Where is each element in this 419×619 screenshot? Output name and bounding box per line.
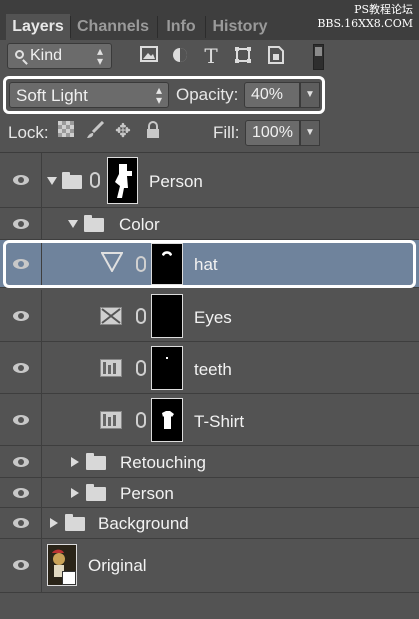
lock-transparent-pixels-icon[interactable] — [56, 121, 76, 143]
layer-name: teeth — [194, 360, 232, 379]
watermark: PS教程论坛 BBS.16XX8.COM — [317, 3, 413, 31]
smart-object-badge-icon — [62, 571, 76, 585]
eye-icon[interactable] — [13, 415, 29, 425]
eye-icon[interactable] — [13, 457, 29, 467]
layer-row[interactable]: teeth — [0, 342, 419, 394]
select-arrows-icon: ▴ ▾ — [96, 44, 103, 68]
levels-icon — [100, 411, 122, 429]
tab-divider — [70, 16, 71, 38]
eye-icon[interactable] — [13, 518, 29, 528]
eye-icon[interactable] — [13, 219, 29, 229]
blend-highlight-annotation — [3, 76, 325, 114]
filter-kind-label: Kind — [30, 47, 63, 64]
layer-mask-thumbnail[interactable] — [151, 294, 183, 338]
fill-field[interactable]: 100% — [245, 120, 300, 146]
visibility-cell[interactable] — [0, 153, 42, 207]
layer-row[interactable]: Color — [0, 208, 419, 240]
layer-name: Background — [98, 514, 189, 533]
tab-divider — [157, 16, 158, 38]
type-filter-icon[interactable]: T — [201, 46, 221, 66]
folder-icon — [65, 514, 85, 531]
layer-mask-thumbnail[interactable] — [107, 157, 138, 204]
expand-triangle-icon[interactable] — [47, 177, 57, 185]
layers-list-empty-area — [0, 593, 419, 619]
lock-image-pixels-brush-icon[interactable] — [85, 120, 105, 143]
tab-info[interactable]: Info — [159, 14, 203, 40]
layer-name: Original — [88, 556, 147, 575]
layer-name: Color — [119, 215, 160, 234]
adjustment-filter-icon[interactable] — [170, 46, 190, 66]
layer-mask-thumbnail[interactable] — [151, 398, 183, 442]
layer-name: Retouching — [120, 453, 207, 472]
eye-icon[interactable] — [13, 175, 29, 185]
layer-row[interactable]: Background — [0, 508, 419, 539]
channel-mixer-icon — [100, 307, 122, 325]
search-icon — [15, 50, 24, 59]
layer-name: T-Shirt — [194, 412, 245, 431]
folder-icon — [86, 453, 106, 470]
layer-name: Person — [120, 484, 174, 503]
expand-triangle-icon[interactable] — [68, 220, 78, 228]
lock-label: Lock: — [8, 123, 49, 142]
image-filter-icon[interactable] — [139, 46, 159, 66]
folder-icon — [62, 172, 82, 189]
visibility-cell[interactable] — [0, 208, 42, 239]
filter-toggle-switch[interactable] — [313, 44, 324, 70]
visibility-cell[interactable] — [0, 394, 42, 445]
layer-thumbnail[interactable] — [47, 544, 77, 586]
eye-icon[interactable] — [13, 311, 29, 321]
layer-row[interactable]: Person — [0, 153, 419, 208]
tab-history[interactable]: History — [207, 14, 273, 40]
fill-label: Fill: — [213, 123, 240, 142]
layer-row[interactable]: Original — [0, 539, 419, 593]
folder-icon — [86, 484, 106, 501]
eye-icon[interactable] — [13, 363, 29, 373]
visibility-cell[interactable] — [0, 539, 42, 592]
eye-icon[interactable] — [13, 488, 29, 498]
link-chain-icon[interactable] — [90, 172, 100, 188]
layer-row[interactable]: Retouching — [0, 446, 419, 478]
collapse-triangle-icon[interactable] — [71, 488, 79, 498]
watermark-line1: PS教程论坛 — [354, 3, 413, 16]
collapse-triangle-icon[interactable] — [71, 457, 79, 467]
shape-filter-icon[interactable] — [233, 46, 253, 66]
tab-divider — [205, 16, 206, 38]
selected-layer-highlight-annotation — [3, 240, 416, 288]
visibility-cell[interactable] — [0, 478, 42, 507]
layer-name: Eyes — [194, 308, 232, 327]
tab-layers[interactable]: Layers — [6, 14, 70, 40]
collapse-triangle-icon[interactable] — [50, 518, 58, 528]
visibility-cell[interactable] — [0, 508, 42, 538]
lock-all-padlock-icon[interactable] — [143, 121, 163, 143]
visibility-cell[interactable] — [0, 446, 42, 477]
layer-row[interactable]: Eyes — [0, 290, 419, 342]
lock-position-move-icon[interactable]: ✥ — [113, 121, 133, 143]
visibility-cell[interactable] — [0, 342, 42, 393]
folder-icon — [84, 215, 104, 232]
watermark-line2: BBS.16XX8.COM — [317, 17, 413, 30]
smart-object-filter-icon[interactable] — [266, 46, 286, 66]
eye-icon[interactable] — [13, 560, 29, 570]
link-chain-icon[interactable] — [136, 308, 146, 324]
link-chain-icon[interactable] — [136, 412, 146, 428]
layer-row[interactable]: Person — [0, 478, 419, 508]
visibility-cell[interactable] — [0, 290, 42, 341]
layer-name: Person — [149, 172, 203, 191]
link-chain-icon[interactable] — [136, 360, 146, 376]
layer-row[interactable]: T-Shirt — [0, 394, 419, 446]
levels-icon — [100, 359, 122, 377]
tab-channels[interactable]: Channels — [72, 14, 154, 40]
layer-mask-thumbnail[interactable] — [151, 346, 183, 390]
filter-kind-select[interactable]: Kind ▴ ▾ — [7, 43, 112, 69]
fill-slider-button[interactable]: ▼ — [300, 120, 320, 146]
